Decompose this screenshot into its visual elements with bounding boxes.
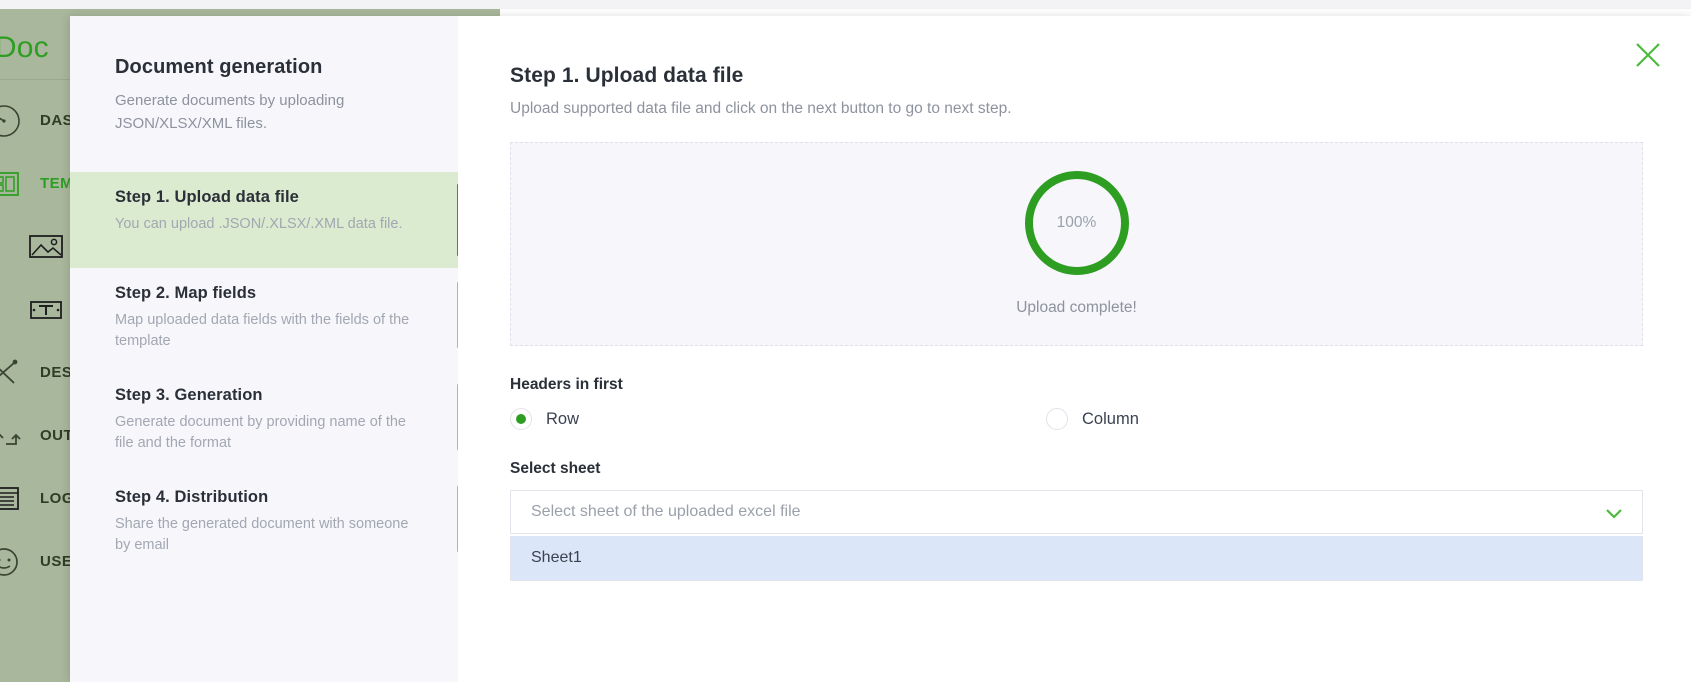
close-icon bbox=[1633, 40, 1663, 75]
close-button[interactable] bbox=[1631, 40, 1665, 74]
radio-button-column[interactable] bbox=[1046, 408, 1068, 430]
step-description: Generate document by providing name of t… bbox=[115, 412, 413, 454]
modal-step-panel: Document generation Generate documents b… bbox=[70, 16, 458, 682]
template-icon bbox=[0, 162, 26, 206]
chevron-down-icon[interactable] bbox=[1604, 491, 1624, 535]
step-heading: Step 4. Distribution bbox=[115, 488, 413, 507]
radio-label: Row bbox=[546, 410, 579, 429]
step-heading: Step 1. Upload data file bbox=[115, 188, 413, 207]
step-item-1[interactable]: Step 1. Upload data file You can upload … bbox=[70, 172, 458, 268]
step-item-4[interactable]: Step 4. Distribution Share the generated… bbox=[70, 472, 458, 574]
modal-content-panel: Step 1. Upload data file Upload supporte… bbox=[458, 16, 1691, 682]
sheet-select-input[interactable]: Select sheet of the uploaded excel file bbox=[510, 490, 1643, 534]
panel-subtitle: Generate documents by uploading JSON/XLS… bbox=[115, 89, 405, 135]
radio-label: Column bbox=[1082, 410, 1139, 429]
radio-option-column[interactable]: Column bbox=[1046, 408, 1139, 430]
headers-radio-group: Row Column bbox=[510, 408, 1643, 430]
upload-progress: 100% Upload complete! bbox=[511, 169, 1642, 317]
step-description: Share the generated document with someon… bbox=[115, 514, 413, 556]
document-generation-modal: Document generation Generate documents b… bbox=[70, 16, 1691, 682]
dropdown-option-label: Sheet1 bbox=[531, 549, 582, 567]
step-heading: Step 2. Map fields bbox=[115, 284, 413, 303]
step-list: Step 1. Upload data file You can upload … bbox=[70, 172, 458, 574]
dropdown-option-sheet1[interactable]: Sheet1 bbox=[511, 536, 1642, 580]
list-icon bbox=[0, 477, 26, 521]
sheet-select-label: Select sheet bbox=[510, 460, 600, 478]
sheet-select-dropdown: Sheet1 bbox=[510, 536, 1643, 581]
page-title: Step 1. Upload data file bbox=[510, 64, 743, 88]
progress-percent-label: 100% bbox=[1023, 169, 1131, 277]
step-description: Map uploaded data fields with the fields… bbox=[115, 310, 413, 352]
brand-logo: eDoc bbox=[0, 31, 49, 65]
panel-title: Document generation bbox=[115, 56, 322, 79]
radio-selected-dot bbox=[516, 414, 526, 424]
image-icon bbox=[24, 225, 68, 269]
step-description: You can upload .JSON/.XLSX/.XML data fil… bbox=[115, 214, 413, 235]
step-heading: Step 3. Generation bbox=[115, 386, 413, 405]
screen-root: eDoc DASHBOARD TEMPLATES bbox=[0, 0, 1691, 682]
file-drop-zone[interactable]: 100% Upload complete! bbox=[510, 142, 1643, 346]
browser-top-strip bbox=[0, 0, 1691, 9]
radio-option-row[interactable]: Row bbox=[510, 408, 579, 430]
radio-button-row[interactable] bbox=[510, 408, 532, 430]
page-subtitle: Upload supported data file and click on … bbox=[510, 100, 1012, 118]
step-item-2[interactable]: Step 2. Map fields Map uploaded data fie… bbox=[70, 268, 458, 370]
upload-status-message: Upload complete! bbox=[1016, 299, 1137, 317]
share-icon bbox=[0, 414, 26, 458]
gauge-icon bbox=[0, 99, 26, 143]
text-field-icon bbox=[24, 288, 68, 332]
user-icon bbox=[0, 540, 26, 584]
progress-ring: 100% bbox=[1023, 169, 1131, 277]
pen-icon bbox=[0, 351, 26, 395]
headers-group-label: Headers in first bbox=[510, 376, 623, 394]
step-item-3[interactable]: Step 3. Generation Generate document by … bbox=[70, 370, 458, 472]
sheet-select-placeholder: Select sheet of the uploaded excel file bbox=[531, 503, 801, 521]
